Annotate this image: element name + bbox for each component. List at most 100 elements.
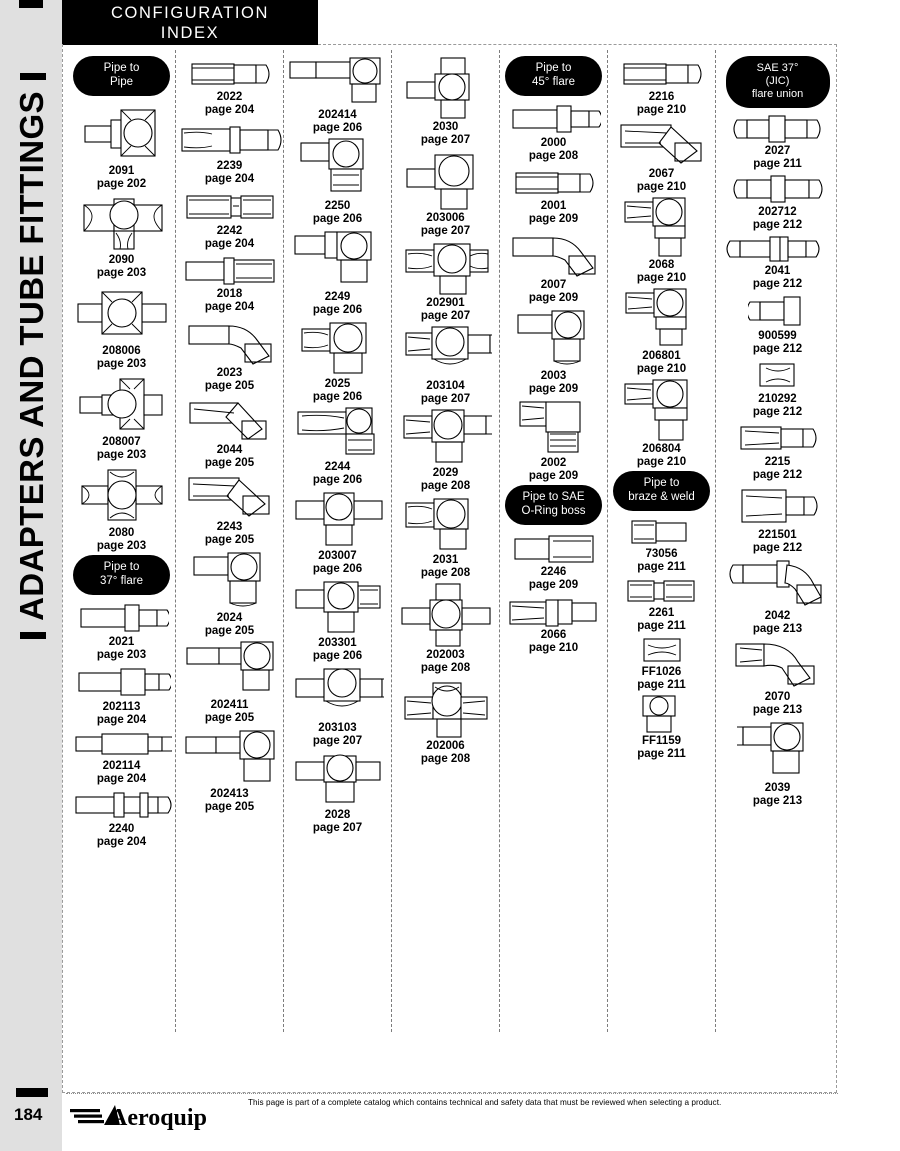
index-item[interactable]: 203301 page 206 <box>284 578 391 663</box>
index-item[interactable]: 208007 page 203 <box>68 373 175 462</box>
item-part-number: 202003 <box>426 649 465 661</box>
index-item[interactable]: 2029 page 208 <box>392 408 499 493</box>
index-item[interactable]: 2242 page 204 <box>176 188 283 251</box>
item-page-reference: page 206 <box>312 304 363 316</box>
item-part-number: 2007 <box>540 279 567 291</box>
index-item[interactable]: 2000 page 208 <box>500 102 607 163</box>
fitting-illustration-icon <box>403 149 489 211</box>
index-item[interactable]: 2070 page 213 <box>716 638 839 717</box>
item-part-number: 2044 <box>216 444 243 456</box>
index-item[interactable]: 2031 page 208 <box>392 495 499 580</box>
item-page-reference: page 212 <box>752 406 803 418</box>
item-page-reference: page 210 <box>636 104 687 116</box>
index-item[interactable]: 2003 page 209 <box>500 307 607 396</box>
item-part-number: 2216 <box>648 91 675 103</box>
index-item[interactable]: 2041 page 212 <box>716 234 839 291</box>
index-item[interactable]: 2246 page 209 <box>500 531 607 592</box>
item-part-number: 2039 <box>764 782 791 794</box>
item-caption: 2070 page 213 <box>753 691 802 717</box>
item-caption: 206801 page 210 <box>637 350 686 376</box>
item-caption: 203104 page 207 <box>421 380 470 406</box>
index-item[interactable]: 2243 page 205 <box>176 472 283 547</box>
index-item[interactable]: 202712 page 212 <box>716 173 839 232</box>
item-caption: 2068 page 210 <box>637 259 686 285</box>
item-part-number: 2041 <box>764 265 791 277</box>
index-item[interactable]: 2025 page 206 <box>284 319 391 404</box>
index-item[interactable]: 2042 page 213 <box>716 557 839 636</box>
index-item[interactable]: 2216 page 210 <box>608 56 715 117</box>
index-item[interactable]: 2021 page 203 <box>68 601 175 662</box>
index-item[interactable]: 202003 page 208 <box>392 582 499 675</box>
index-item[interactable]: 210292 page 212 <box>716 358 839 419</box>
index-item[interactable]: 206801 page 210 <box>608 287 715 376</box>
item-caption: 202712 page 212 <box>753 206 802 232</box>
index-item[interactable]: 2090 page 203 <box>68 193 175 280</box>
item-page-reference: page 209 <box>528 292 579 304</box>
index-item[interactable]: 2080 page 203 <box>68 464 175 553</box>
item-page-reference: page 205 <box>204 625 255 637</box>
index-item[interactable]: 2030 page 207 <box>392 56 499 147</box>
index-item[interactable]: 221501 page 212 <box>716 484 839 555</box>
index-item[interactable]: 2067 page 210 <box>608 119 715 194</box>
index-item[interactable]: 2018 page 204 <box>176 253 283 314</box>
item-page-reference: page 208 <box>528 150 579 162</box>
index-item[interactable]: 2028 page 207 <box>284 750 391 835</box>
item-caption: 2018 page 204 <box>205 288 254 314</box>
fitting-illustration-icon <box>399 677 493 739</box>
index-item[interactable]: 2239 page 204 <box>176 119 283 186</box>
index-item[interactable]: 2039 page 213 <box>716 719 839 808</box>
index-item[interactable]: 202114 page 204 <box>68 729 175 786</box>
index-item[interactable]: 202414 page 206 <box>284 56 391 135</box>
index-item[interactable]: 2001 page 209 <box>500 165 607 226</box>
fitting-illustration-icon <box>181 188 279 224</box>
index-item[interactable]: 2261 page 211 <box>608 576 715 633</box>
item-page-reference: page 205 <box>204 534 255 546</box>
index-item[interactable]: 203104 page 207 <box>392 325 499 406</box>
sidebar-title-rotated: ADAPTERS AND TUBE FITTINGS <box>1 0 63 916</box>
index-item[interactable]: 2244 page 206 <box>284 406 391 487</box>
item-page-reference: page 203 <box>96 540 147 552</box>
index-item[interactable]: 2024 page 205 <box>176 549 283 638</box>
index-item[interactable]: 203006 page 207 <box>392 149 499 238</box>
index-item[interactable]: 202413 page 205 <box>176 727 283 814</box>
index-item[interactable]: 208006 page 203 <box>68 282 175 371</box>
index-item[interactable]: 203007 page 206 <box>284 489 391 576</box>
item-page-reference: page 212 <box>752 219 803 231</box>
item-part-number: 2090 <box>108 254 135 266</box>
index-item[interactable]: 202901 page 207 <box>392 240 499 323</box>
index-item[interactable]: 2007 page 209 <box>500 228 607 305</box>
index-item[interactable]: 2215 page 212 <box>716 421 839 482</box>
index-item[interactable]: 2068 page 210 <box>608 196 715 285</box>
index-item[interactable]: 2066 page 210 <box>500 594 607 655</box>
item-caption: 208006 page 203 <box>97 345 146 371</box>
item-caption: 2244 page 206 <box>313 461 362 487</box>
fitting-illustration-icon <box>735 421 821 455</box>
index-item[interactable]: 202006 page 208 <box>392 677 499 766</box>
index-item[interactable]: 202411 page 205 <box>176 640 283 725</box>
item-part-number: 2091 <box>108 165 135 177</box>
item-part-number: 202901 <box>426 297 465 309</box>
item-part-number: 2029 <box>432 467 459 479</box>
index-item[interactable]: 900599 page 212 <box>716 293 839 356</box>
index-item[interactable]: 2250 page 206 <box>284 137 391 226</box>
index-item[interactable]: 2023 page 205 <box>176 316 283 393</box>
index-item[interactable]: 2044 page 205 <box>176 395 283 470</box>
index-item[interactable]: 2091 page 202 <box>68 102 175 191</box>
index-item[interactable]: 206804 page 210 <box>608 378 715 469</box>
item-caption: 2025 page 206 <box>313 378 362 404</box>
index-item[interactable]: 2002 page 209 <box>500 398 607 483</box>
item-caption: 2091 page 202 <box>97 165 146 191</box>
index-item[interactable]: 2240 page 204 <box>68 788 175 849</box>
index-item[interactable]: FF1159 page 211 <box>608 694 715 761</box>
item-caption: 2023 page 205 <box>205 367 254 393</box>
index-item[interactable]: 202113 page 204 <box>68 664 175 727</box>
index-item[interactable]: 2022 page 204 <box>176 56 283 117</box>
index-item[interactable]: 203103 page 207 <box>284 665 391 748</box>
item-part-number: 208006 <box>102 345 141 357</box>
index-item[interactable]: FF1026 page 211 <box>608 635 715 692</box>
index-item[interactable]: 2027 page 211 <box>716 114 839 171</box>
index-item[interactable]: 73056 page 211 <box>608 517 715 574</box>
item-page-reference: page 210 <box>636 272 687 284</box>
group-heading-pill: Pipe to SAE O-Ring boss <box>505 485 602 525</box>
index-item[interactable]: 2249 page 206 <box>284 228 391 317</box>
